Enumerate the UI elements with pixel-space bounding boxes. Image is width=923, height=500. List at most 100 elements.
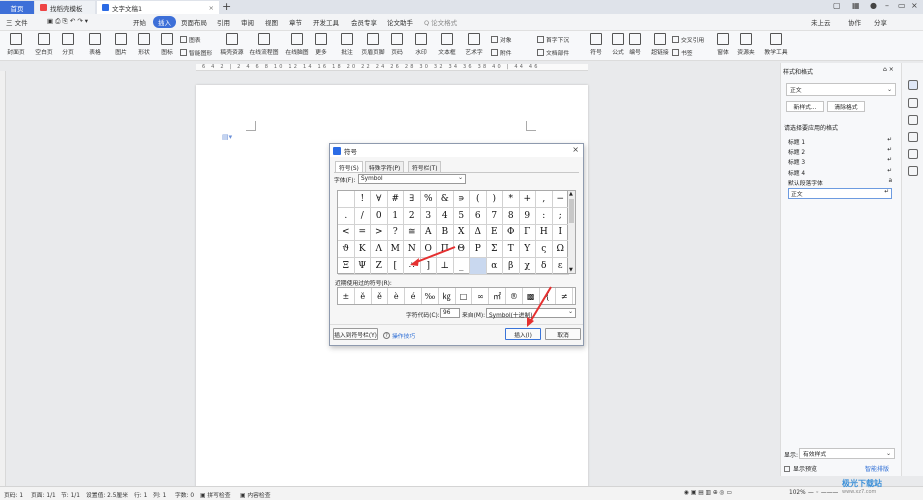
zoom-slider[interactable]: — ◦ ——— (808, 490, 838, 496)
symbol-cell[interactable]: Μ (387, 241, 404, 259)
symbol-grid[interactable]: ! ∀ # ∃% & ∍() * +, −./0 1 2 3 4 5 6 7 8 9:; < = >? ≅ Α Β Χ Δ Ε Φ Γ Η… (337, 190, 569, 275)
content-check[interactable]: ▣ 内容检查 (240, 490, 271, 499)
style-default-font[interactable]: 默认段落字体 a (788, 178, 892, 187)
symbol-cell[interactable]: ∀ (371, 191, 388, 208)
symbol-cell[interactable]: 5 (453, 207, 470, 225)
symbol-cell[interactable]: Α (420, 224, 437, 242)
textbox-button[interactable]: 文本框 (433, 33, 461, 56)
icon-button[interactable]: 图标 (153, 33, 181, 56)
smart-layout-link[interactable]: 智能排版 (865, 464, 889, 473)
recent-symbol-cell[interactable]: ě (372, 288, 389, 304)
recent-symbol-cell[interactable]: è (388, 288, 406, 304)
symbol-cell[interactable]: : (536, 207, 553, 225)
symbol-cell[interactable]: 0 (371, 207, 388, 225)
style-heading3[interactable]: 标题 3 ↵ (788, 157, 892, 166)
symbol-cell[interactable]: 9 (519, 207, 536, 225)
zoom-level[interactable]: 102% (789, 490, 806, 496)
vertical-ruler[interactable] (0, 71, 6, 486)
symbol-cell[interactable]: 3 (420, 207, 437, 225)
from-select[interactable]: Symbol(十进制) ⌄ (486, 308, 576, 319)
hyperlink-button[interactable]: 超链接 (646, 33, 674, 56)
close-window-icon[interactable]: × (911, 1, 918, 10)
chart-button[interactable]: 图表 (180, 35, 201, 44)
grid-icon[interactable]: ▦ (852, 1, 860, 10)
docer-resource-button[interactable]: 稿壳资源 (218, 33, 246, 56)
insert-button[interactable]: 插入(I) (505, 328, 541, 340)
layout-icon[interactable]: ▢ (833, 1, 841, 10)
symbol-cell[interactable]: ( (470, 191, 487, 208)
settings-icon[interactable] (908, 115, 918, 125)
symbol-cell[interactable]: _ (453, 258, 470, 275)
preview-checkbox[interactable]: 显示预览 (784, 464, 817, 473)
tab-template[interactable]: 找稻壳模板 (35, 1, 95, 14)
symbol-cell[interactable]: ε (552, 258, 569, 275)
menu-references[interactable]: 引用 (217, 17, 230, 27)
symbol-scrollbar[interactable]: ▲ ▼ (568, 190, 576, 274)
symbol-cell[interactable]: ς (536, 241, 553, 259)
symbol-cell[interactable]: Ρ (470, 241, 487, 259)
share-icon[interactable] (908, 166, 918, 176)
numbering-button[interactable]: 编号 (621, 33, 649, 56)
status-pages[interactable]: 页面: 1/1 (31, 490, 56, 499)
recent-symbols[interactable]: ± ĕ ě è é ‰ ㎏ □ ∞ ㎡ ® ▩{≠ (337, 287, 576, 305)
tab-home[interactable]: 首页 (0, 1, 34, 14)
watermark-button[interactable]: 水印 (407, 33, 435, 56)
symbol-cell[interactable]: Χ (453, 224, 470, 242)
symbol-cell[interactable]: α (486, 258, 503, 275)
menu-developer[interactable]: 开发工具 (313, 17, 339, 27)
recent-symbol-cell[interactable]: { (540, 288, 557, 304)
symbol-cell[interactable]: Λ (371, 241, 388, 259)
symbol-cell[interactable]: , (536, 191, 553, 208)
recent-symbol-cell[interactable]: ▩ (523, 288, 540, 304)
symbol-cell[interactable]: + (519, 191, 536, 208)
status-row[interactable]: 行: 1 (134, 490, 147, 499)
doc-parts-button[interactable]: 文档部件 (537, 48, 569, 57)
symbol-cell[interactable]: > (371, 224, 388, 242)
smart-art-button[interactable]: 智能图形 (180, 48, 212, 57)
style-body[interactable]: 正文 ↵ (788, 188, 892, 199)
status-section[interactable]: 节: 1/1 (61, 490, 80, 499)
symbol-cell[interactable]: ϑ (338, 241, 355, 259)
menu-thesis[interactable]: 论文助手 (387, 17, 413, 27)
symbol-cell[interactable] (338, 191, 355, 208)
symbol-cell[interactable]: Ο (420, 241, 437, 259)
attachment-button[interactable]: 附件 (491, 48, 512, 57)
symbol-cell[interactable]: * (503, 191, 520, 208)
status-setting[interactable]: 设置值: 2.5厘米 (86, 490, 128, 499)
wordart-button[interactable]: 艺术字 (460, 33, 488, 56)
symbol-cell[interactable]: Φ (503, 224, 520, 242)
current-style-select[interactable]: 正文 ⌄ (786, 83, 896, 96)
symbol-cell[interactable]: ≅ (404, 224, 421, 242)
insert-to-bar-button[interactable]: 插入到符号栏(Y) (333, 328, 378, 340)
paragraph-icon[interactable]: ▤▾ (222, 133, 232, 141)
new-style-button[interactable]: 新样式... (786, 101, 824, 112)
symbol-cell[interactable]: / (354, 207, 371, 225)
symbol-cell[interactable]: Ω (552, 241, 569, 259)
recent-symbol-cell[interactable]: ≠ (556, 288, 574, 304)
symbol-cell[interactable]: Ζ (371, 258, 388, 275)
menu-review[interactable]: 审阅 (241, 17, 254, 27)
menu-member[interactable]: 会员专享 (351, 17, 377, 27)
symbol-cell[interactable]: Ι (552, 224, 569, 242)
menu-chapter[interactable]: 章节 (289, 17, 302, 27)
symbol-cell[interactable]: − (552, 191, 569, 208)
recent-symbol-cell[interactable]: ∞ (472, 288, 490, 304)
avatar[interactable]: ● (870, 1, 877, 10)
symbol-cell[interactable]: Δ (470, 224, 487, 242)
symbol-cell[interactable]: ] (420, 258, 437, 275)
recent-symbol-cell[interactable]: ± (338, 288, 355, 304)
symbol-cell[interactable]: . (338, 207, 355, 225)
cross-ref-button[interactable]: 交叉引用 (672, 35, 704, 44)
symbol-cell[interactable]: Τ (503, 241, 520, 259)
share-button[interactable]: 分享 (874, 17, 887, 27)
status-page[interactable]: 页码: 1 (4, 490, 23, 499)
symbol-cell[interactable]: 4 (437, 207, 454, 225)
tab-symbol[interactable]: 符号(S) (335, 161, 363, 172)
show-select[interactable]: 有效样式 ⌄ (799, 448, 895, 459)
symbol-cell[interactable]: % (420, 191, 437, 208)
undo-redo-group[interactable]: ▣ ⎙ ⎘ ↶ ↷ ▾ (47, 17, 88, 26)
symbol-cell[interactable]: Ν (404, 241, 421, 259)
view-mode-icons[interactable]: ◉ ▣ ▤ ▥ ⊕ ◎ ▭ (684, 490, 732, 496)
symbol-cell[interactable]: 8 (503, 207, 520, 225)
menu-layout[interactable]: 页面布局 (181, 17, 207, 27)
